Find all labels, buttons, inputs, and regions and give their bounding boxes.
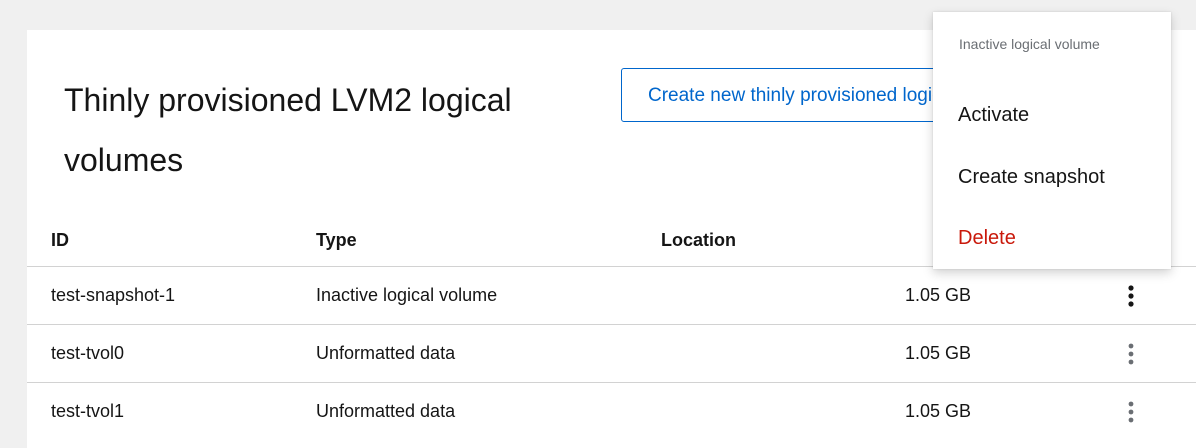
row-type: Unformatted data: [316, 401, 456, 421]
column-header-location[interactable]: Location: [661, 228, 736, 252]
table-row[interactable]: test-snapshot-1 Inactive logical volume …: [27, 266, 1196, 324]
row-type: Unformatted data: [316, 343, 456, 363]
row-id: test-snapshot-1: [51, 285, 176, 305]
card-title: Thinly provisioned LVM2 logical volumes: [64, 82, 512, 178]
row-actions-button[interactable]: [1115, 396, 1147, 428]
create-thin-volume-button[interactable]: Create new thinly provisioned logical vo…: [621, 68, 961, 122]
row-size: 1.05 GB: [905, 343, 972, 363]
row-size: 1.05 GB: [905, 285, 972, 305]
row-type: Inactive logical volume: [316, 285, 498, 305]
table-row[interactable]: test-tvol1 Unformatted data 1.05 GB: [27, 382, 1196, 440]
menu-item-create-snapshot[interactable]: Create snapshot: [933, 151, 1171, 203]
row-size: 1.05 GB: [905, 401, 972, 421]
menu-item-delete[interactable]: Delete: [933, 212, 1171, 264]
row-id: test-tvol1: [51, 401, 125, 421]
column-header-id[interactable]: ID: [51, 228, 69, 252]
kebab-vertical-icon: [1128, 343, 1134, 365]
column-header-type[interactable]: Type: [316, 228, 357, 252]
row-actions-button[interactable]: [1115, 338, 1147, 370]
kebab-vertical-icon: [1128, 401, 1134, 423]
table-row[interactable]: test-tvol0 Unformatted data 1.05 GB: [27, 324, 1196, 382]
row-actions-menu: Inactive logical volume Activate Create …: [933, 12, 1171, 269]
row-id: test-tvol0: [51, 343, 125, 363]
kebab-vertical-icon: [1128, 285, 1134, 307]
row-actions-button[interactable]: [1115, 280, 1147, 312]
menu-group-header: Inactive logical volume: [959, 36, 1100, 52]
menu-item-activate[interactable]: Activate: [933, 89, 1171, 141]
